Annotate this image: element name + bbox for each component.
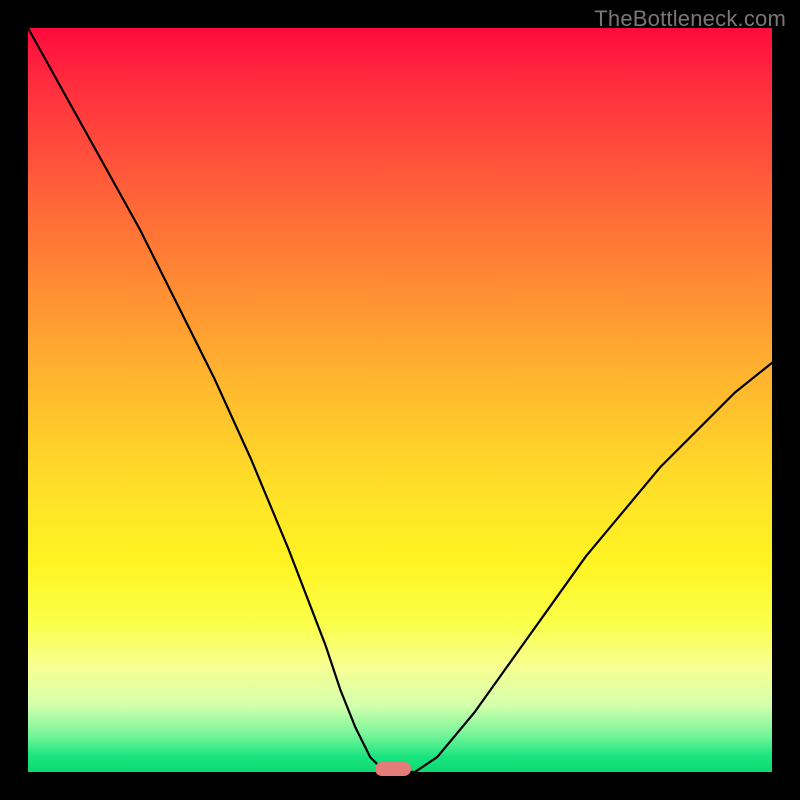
plot-area (28, 28, 772, 772)
curve-svg (28, 28, 772, 772)
optimal-marker (375, 762, 411, 776)
watermark-text: TheBottleneck.com (594, 6, 786, 32)
bottleneck-curve (28, 28, 772, 772)
chart-frame: TheBottleneck.com (0, 0, 800, 800)
